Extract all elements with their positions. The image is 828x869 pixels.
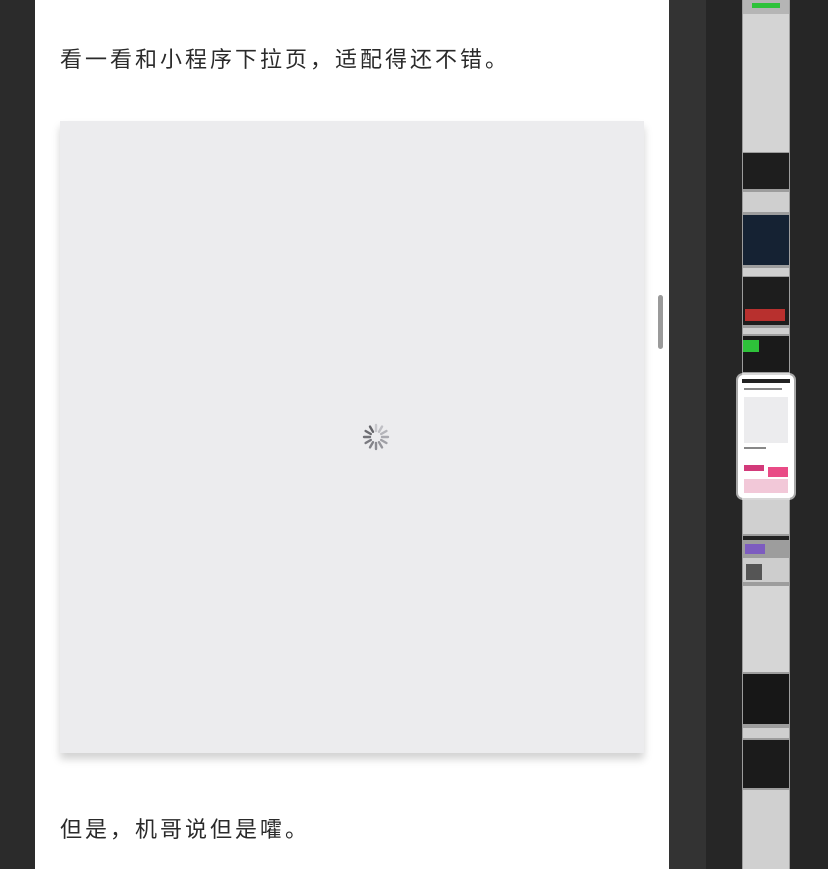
minimap-thumb bbox=[742, 379, 790, 383]
minimap-thumb bbox=[743, 586, 789, 672]
minimap-thumb bbox=[743, 740, 789, 788]
minimap-thumb bbox=[744, 397, 788, 443]
minimap-thumb bbox=[743, 500, 789, 534]
article-page[interactable]: 看一看和小程序下拉页，适配得还不错。 但是，机哥说但是嚯。 bbox=[35, 0, 669, 869]
minimap-viewport[interactable] bbox=[738, 375, 794, 498]
minimap-thumb bbox=[743, 215, 789, 265]
minimap-thumb bbox=[743, 536, 789, 540]
minimap-thumb bbox=[745, 309, 785, 321]
minimap-thumb bbox=[752, 3, 780, 8]
minimap-thumb bbox=[768, 467, 788, 477]
scrollbar-thumb[interactable] bbox=[658, 295, 663, 349]
spinner-icon bbox=[362, 423, 390, 451]
minimap-thumb bbox=[743, 790, 789, 869]
minimap-thumb bbox=[743, 728, 789, 738]
minimap-thumb bbox=[743, 192, 789, 212]
minimap-thumb bbox=[744, 447, 766, 449]
minimap-thumb bbox=[743, 328, 789, 334]
article-paragraph: 看一看和小程序下拉页，适配得还不错。 bbox=[60, 48, 511, 73]
left-gutter bbox=[0, 0, 35, 869]
minimap-thumb bbox=[745, 544, 765, 554]
minimap-thumb bbox=[743, 268, 789, 276]
minimap-thumb bbox=[744, 388, 782, 390]
image-placeholder bbox=[60, 121, 644, 753]
minimap-thumb bbox=[744, 465, 764, 471]
minimap-thumb bbox=[743, 14, 789, 152]
minimap-thumb bbox=[744, 479, 788, 493]
right-gutter bbox=[669, 0, 706, 869]
article-paragraph: 但是，机哥说但是嚯。 bbox=[60, 818, 311, 843]
minimap-thumb bbox=[743, 340, 759, 352]
minimap-thumb bbox=[743, 153, 789, 189]
minimap-thumb bbox=[743, 674, 789, 724]
minimap-thumb bbox=[746, 564, 762, 580]
